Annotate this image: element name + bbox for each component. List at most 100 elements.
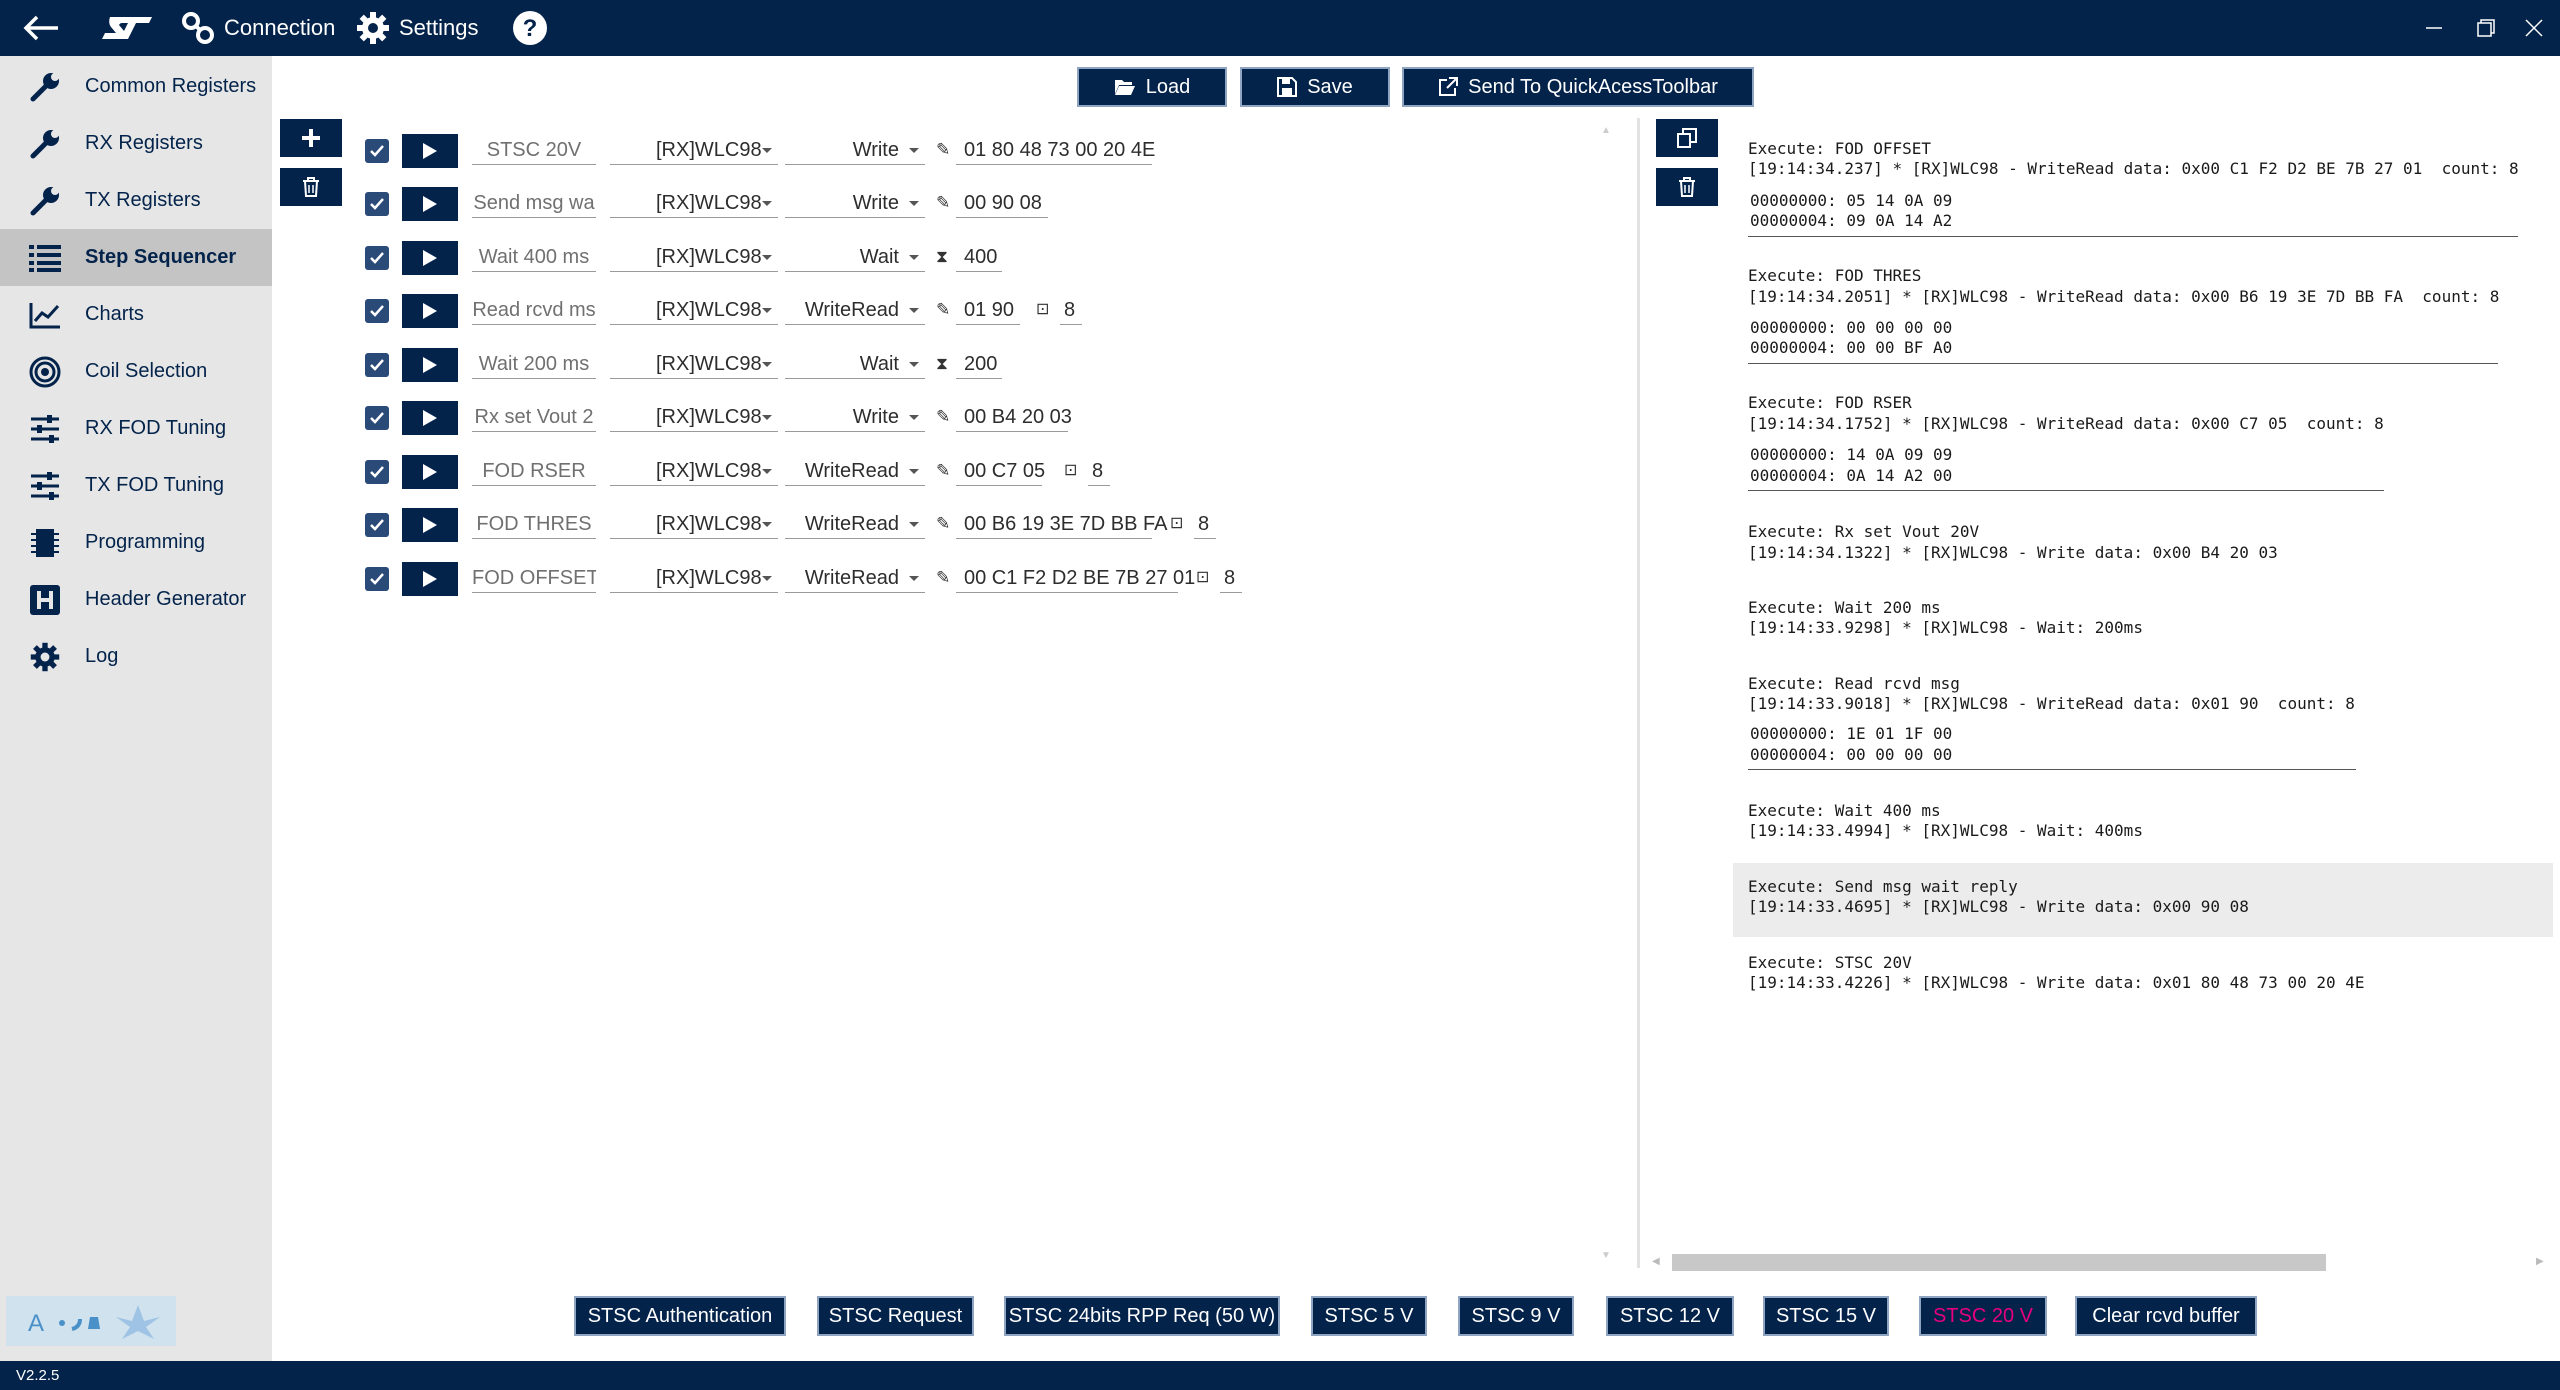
scroll-right-arrow[interactable]: ▶ [2536, 1256, 2548, 1270]
step-run-button[interactable] [402, 134, 458, 168]
step-name-field[interactable]: Wait 400 ms [472, 242, 596, 272]
step-data-field[interactable]: 00 B4 20 03 [956, 402, 1072, 432]
step-data-field[interactable]: 01 80 48 73 00 20 4E [956, 135, 1155, 165]
step-data-field[interactable]: 00 C7 05 [956, 456, 1045, 486]
step-data-field[interactable]: 400 [956, 242, 1002, 272]
step-name-field[interactable]: FOD OFFSET [472, 563, 596, 593]
step-count-field[interactable]: 8 [1220, 563, 1242, 593]
step-operation-select[interactable]: Wait [785, 242, 925, 272]
stsc-5v-button[interactable]: STSC 5 V [1311, 1296, 1427, 1336]
step-count-field[interactable]: 8 [1194, 509, 1216, 539]
step-operation-select[interactable]: WriteRead [785, 295, 925, 325]
step-device-select[interactable]: [RX]WLC98 [610, 135, 778, 165]
step-enable-checkbox[interactable] [365, 460, 389, 484]
scroll-left-arrow[interactable]: ◀ [1652, 1256, 1664, 1270]
send-to-toolbar-button[interactable]: Send To QuickAcessToolbar [1402, 67, 1754, 107]
step-enable-checkbox[interactable] [365, 139, 389, 163]
step-run-button[interactable] [402, 348, 458, 382]
chevron-down-icon [762, 362, 772, 367]
sidebar-item-log[interactable]: Log [0, 628, 272, 685]
step-operation-select[interactable]: WriteRead [785, 563, 925, 593]
sidebar-item-rx-registers[interactable]: RX Registers [0, 115, 272, 172]
step-run-button[interactable] [402, 401, 458, 435]
sidebar-item-tx-fod-tuning[interactable]: TX FOD Tuning [0, 457, 272, 514]
step-data-field[interactable]: 01 90 [956, 295, 1020, 325]
clear-rcvd-buffer-button[interactable]: Clear rcvd buffer [2075, 1296, 2257, 1336]
step-enable-checkbox[interactable] [365, 299, 389, 323]
step-operation-select[interactable]: Write [785, 402, 925, 432]
step-enable-checkbox[interactable] [365, 353, 389, 377]
step-run-button[interactable] [402, 294, 458, 328]
scroll-down-arrow[interactable]: ▼ [1600, 1250, 1612, 1264]
close-button[interactable] [2524, 0, 2544, 56]
step-data-field[interactable]: 00 C1 F2 D2 BE 7B 27 01 [956, 563, 1195, 593]
step-operation-select[interactable]: Write [785, 188, 925, 218]
step-name-field[interactable]: Read rcvd ms [472, 295, 596, 325]
minimize-button[interactable] [2424, 0, 2444, 56]
sidebar-item-label: Programming [85, 531, 206, 553]
step-device-select[interactable]: [RX]WLC98 [610, 242, 778, 272]
step-count-field[interactable]: 8 [1088, 456, 1110, 486]
step-device-select[interactable]: [RX]WLC98 [610, 188, 778, 218]
step-enable-checkbox[interactable] [365, 406, 389, 430]
stsc-request-button[interactable]: STSC Request [817, 1296, 974, 1336]
stsc-9v-button[interactable]: STSC 9 V [1458, 1296, 1574, 1336]
step-run-button[interactable] [402, 187, 458, 221]
sidebar-item-programming[interactable]: Programming [0, 514, 272, 571]
add-step-button[interactable] [280, 119, 342, 157]
stsc-12v-button[interactable]: STSC 12 V [1606, 1296, 1734, 1336]
step-operation-select[interactable]: WriteRead [785, 509, 925, 539]
sidebar-item-common-registers[interactable]: Common Registers [0, 58, 272, 115]
step-count-field[interactable]: 8 [1060, 295, 1082, 325]
sidebar-item-tx-registers[interactable]: TX Registers [0, 172, 272, 229]
stsc-authentication-button[interactable]: STSC Authentication [574, 1296, 786, 1336]
copy-log-button[interactable] [1656, 119, 1718, 157]
step-operation-select[interactable]: WriteRead [785, 456, 925, 486]
step-device-select[interactable]: [RX]WLC98 [610, 509, 778, 539]
stsc-24bits-rpp-button[interactable]: STSC 24bits RPP Req (50 W) [1004, 1296, 1280, 1336]
step-run-button[interactable] [402, 241, 458, 275]
step-name-field[interactable]: Send msg wa [472, 188, 596, 218]
clear-log-button[interactable] [1656, 168, 1718, 206]
help-button[interactable]: ? [512, 0, 548, 56]
restore-button[interactable] [2475, 0, 2497, 56]
settings-button[interactable]: Settings [355, 0, 479, 56]
load-button[interactable]: Load [1077, 67, 1227, 107]
step-enable-checkbox[interactable] [365, 246, 389, 270]
step-device-select[interactable]: [RX]WLC98 [610, 402, 778, 432]
step-device-select[interactable]: [RX]WLC98 [610, 349, 778, 379]
sidebar-item-coil-selection[interactable]: Coil Selection [0, 343, 272, 400]
step-run-button[interactable] [402, 455, 458, 489]
save-button[interactable]: Save [1240, 67, 1390, 107]
sidebar-item-charts[interactable]: Charts [0, 286, 272, 343]
step-run-button[interactable] [402, 562, 458, 596]
step-data-field[interactable]: 00 90 08 [956, 188, 1048, 218]
stsc-20v-button[interactable]: STSC 20 V [1919, 1296, 2047, 1336]
delete-step-button[interactable] [280, 168, 342, 206]
sidebar-item-step-sequencer[interactable]: Step Sequencer [0, 229, 272, 286]
step-device-select[interactable]: [RX]WLC98 [610, 295, 778, 325]
step-name-field[interactable]: Rx set Vout 2 [472, 402, 596, 432]
step-enable-checkbox[interactable] [365, 513, 389, 537]
stsc-15v-button[interactable]: STSC 15 V [1763, 1296, 1889, 1336]
horizontal-scrollbar-thumb[interactable] [1672, 1254, 2326, 1271]
step-data-field[interactable]: 200 [956, 349, 1002, 379]
step-name-field[interactable]: Wait 200 ms [472, 349, 596, 379]
step-device-select[interactable]: [RX]WLC98 [610, 563, 778, 593]
back-button[interactable] [22, 0, 60, 56]
step-enable-checkbox[interactable] [365, 567, 389, 591]
step-run-button[interactable] [402, 508, 458, 542]
sidebar-item-header-generator[interactable]: Header Generator [0, 571, 272, 628]
step-device-select[interactable]: [RX]WLC98 [610, 456, 778, 486]
step-name-field[interactable]: FOD THRES [472, 509, 596, 539]
step-name-field[interactable]: FOD RSER [472, 456, 596, 486]
step-operation-select[interactable]: Write [785, 135, 925, 165]
connection-button[interactable]: Connection [180, 0, 335, 56]
sidebar-item-rx-fod-tuning[interactable]: RX FOD Tuning [0, 400, 272, 457]
step-enable-checkbox[interactable] [365, 192, 389, 216]
step-operation-select[interactable]: Wait [785, 349, 925, 379]
step-data-field[interactable]: 00 B6 19 3E 7D BB FA [956, 509, 1167, 539]
panel-divider[interactable] [1637, 118, 1640, 1268]
step-name-field[interactable]: STSC 20V [472, 135, 596, 165]
scroll-up-arrow[interactable]: ▲ [1600, 125, 1612, 139]
